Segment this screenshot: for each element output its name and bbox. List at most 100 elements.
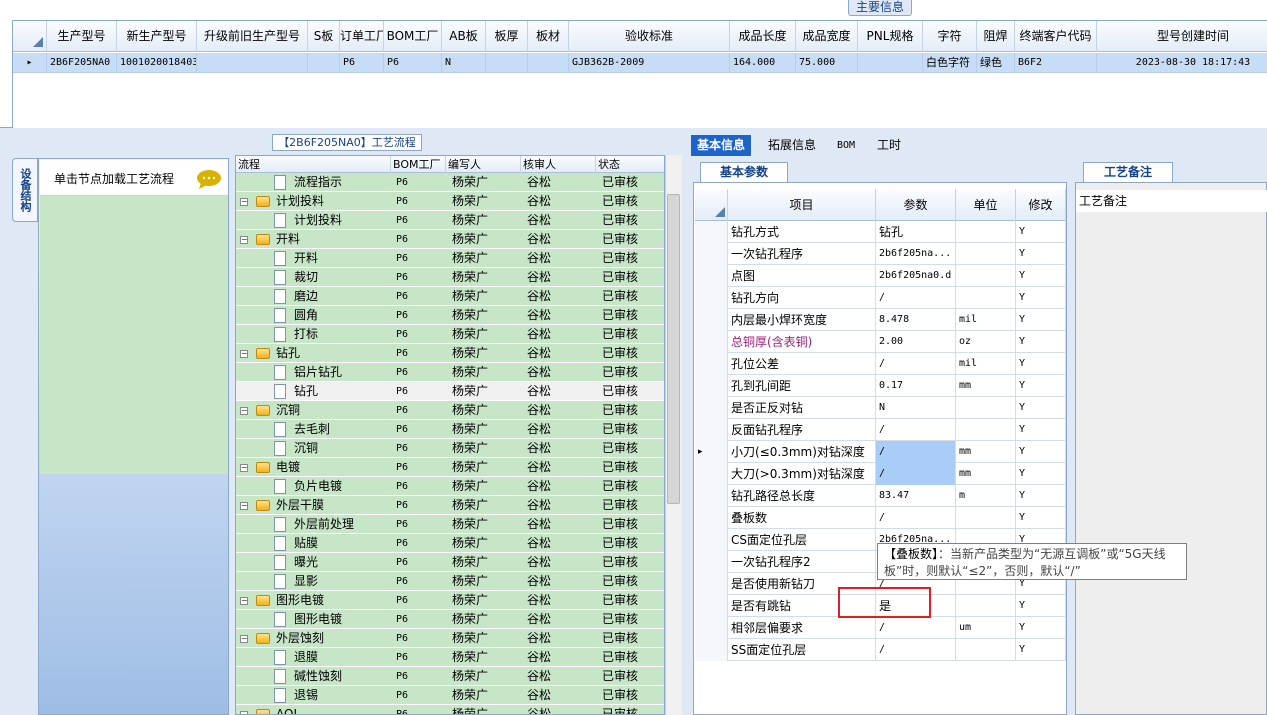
grid-cell[interactable]: 绿色	[977, 53, 1015, 73]
params-cell-param[interactable]: /	[876, 353, 956, 375]
params-cell-param[interactable]: 2b6f205na0.d	[876, 265, 956, 287]
vertical-splitter[interactable]	[1068, 162, 1074, 715]
row-selector[interactable]	[695, 375, 728, 397]
params-cell-param[interactable]: N	[876, 397, 956, 419]
collapse-toggle-icon[interactable]: −	[240, 711, 248, 714]
tree-row[interactable]: − AOI P6 杨荣广 谷松 已审核	[236, 705, 664, 714]
detail-tab[interactable]: 工时	[871, 135, 907, 156]
main-info-data-row[interactable]: ▸ 2B6F205NA0 10010200184033 P6 P6 N GJB362B-2…	[13, 53, 1267, 73]
column-header[interactable]: 升级前旧生产型号	[197, 21, 308, 52]
grid-cell[interactable]	[197, 53, 308, 73]
row-selector[interactable]	[695, 485, 728, 507]
row-selector[interactable]	[695, 221, 728, 243]
tree-row[interactable]: 外层前处理 P6 杨荣广 谷松 已审核	[236, 515, 664, 534]
tree-row[interactable]: 钻孔 P6 杨荣广 谷松 已审核	[236, 382, 664, 401]
tree-row[interactable]: 裁切 P6 杨荣广 谷松 已审核	[236, 268, 664, 287]
column-header[interactable]: 成品长度	[730, 21, 796, 52]
grid-cell[interactable]	[308, 53, 340, 73]
tree-scroll-thumb[interactable]	[667, 194, 680, 504]
main-info-tab[interactable]: 主要信息	[848, 0, 912, 16]
tree-row[interactable]: 流程指示 P6 杨荣广 谷松 已审核	[236, 173, 664, 192]
params-row[interactable]: 钻孔方向 / Y	[695, 287, 1066, 309]
detail-tab[interactable]: 基本信息	[691, 135, 752, 156]
params-row[interactable]: 点图 2b6f205na0.d Y	[695, 265, 1066, 287]
tree-row[interactable]: 去毛刺 P6 杨荣广 谷松 已审核	[236, 420, 664, 439]
params-cell-param[interactable]: /	[876, 463, 956, 485]
params-cell-param[interactable]: 0.17	[876, 375, 956, 397]
params-row[interactable]: SS面定位孔层 / Y	[695, 639, 1066, 661]
column-header[interactable]: 板材	[528, 21, 569, 52]
params-row[interactable]: ▸ 小刀(≤0.3mm)对钻深度 / mm Y	[695, 441, 1066, 463]
grid-cell[interactable]: N	[442, 53, 486, 73]
row-selector-header[interactable]	[13, 21, 47, 52]
basic-params-tab[interactable]: 基本参数	[700, 162, 788, 182]
column-header[interactable]: 新生产型号	[117, 21, 197, 52]
row-selector[interactable]	[695, 397, 728, 419]
row-selector[interactable]	[695, 353, 728, 375]
row-selector[interactable]	[695, 551, 728, 573]
params-row[interactable]: 相邻层偏要求 / um Y	[695, 617, 1066, 639]
tree-row[interactable]: 开料 P6 杨荣广 谷松 已审核	[236, 249, 664, 268]
params-corner[interactable]	[695, 189, 728, 221]
tree-row[interactable]: 显影 P6 杨荣广 谷松 已审核	[236, 572, 664, 591]
tree-column-header[interactable]: BOM工厂	[391, 156, 446, 173]
params-row[interactable]: 孔到孔间距 0.17 mm Y	[695, 375, 1066, 397]
tree-column-header[interactable]: 编写人	[446, 156, 521, 173]
detail-tab[interactable]: BOM	[831, 135, 861, 156]
tree-row[interactable]: − 图形电镀 P6 杨荣广 谷松 已审核	[236, 591, 664, 610]
column-header[interactable]: AB板	[442, 21, 486, 52]
params-column-header[interactable]: 单位	[956, 189, 1016, 221]
tree-row[interactable]: 退膜 P6 杨荣广 谷松 已审核	[236, 648, 664, 667]
collapse-toggle-icon[interactable]: −	[240, 198, 248, 206]
params-cell-param[interactable]: /	[876, 287, 956, 309]
row-selector[interactable]	[695, 639, 728, 661]
params-cell-param[interactable]: /	[876, 441, 956, 463]
tree-row[interactable]: 图形电镀 P6 杨荣广 谷松 已审核	[236, 610, 664, 629]
tree-column-header[interactable]: 核审人	[521, 156, 596, 173]
tree-row[interactable]: − 沉铜 P6 杨荣广 谷松 已审核	[236, 401, 664, 420]
tree-column-header[interactable]: 流程	[236, 156, 391, 173]
params-cell-param[interactable]: 2.00	[876, 331, 956, 353]
row-selector[interactable]	[695, 617, 728, 639]
row-selector[interactable]	[695, 573, 728, 595]
grid-cell[interactable]	[528, 53, 569, 73]
column-header[interactable]: 验收标准	[569, 21, 730, 52]
tree-row[interactable]: 计划投料 P6 杨荣广 谷松 已审核	[236, 211, 664, 230]
tree-row[interactable]: − 开料 P6 杨荣广 谷松 已审核	[236, 230, 664, 249]
column-header[interactable]: BOM工厂	[384, 21, 442, 52]
params-cell-param[interactable]: 钻孔	[876, 221, 956, 243]
collapse-toggle-icon[interactable]: −	[240, 635, 248, 643]
tree-row[interactable]: − 钻孔 P6 杨荣广 谷松 已审核	[236, 344, 664, 363]
row-selector[interactable]	[695, 529, 728, 551]
params-column-header[interactable]: 修改	[1016, 189, 1066, 221]
params-cell-param[interactable]: 8.478	[876, 309, 956, 331]
tree-row[interactable]: 碱性蚀刻 P6 杨荣广 谷松 已审核	[236, 667, 664, 686]
tree-row[interactable]: 负片电镀 P6 杨荣广 谷松 已审核	[236, 477, 664, 496]
params-row[interactable]: 钻孔方式 钻孔 Y	[695, 221, 1066, 243]
row-selector[interactable]: ▸	[695, 441, 728, 463]
params-row[interactable]: 是否正反对钻 N Y	[695, 397, 1066, 419]
column-header[interactable]: PNL规格	[858, 21, 923, 52]
column-header[interactable]: 型号创建时间	[1097, 21, 1267, 52]
column-header[interactable]: 终端客户代码	[1015, 21, 1097, 52]
grid-cell[interactable]: 164.000	[730, 53, 796, 73]
collapse-toggle-icon[interactable]: −	[240, 350, 248, 358]
tree-row[interactable]: 退锡 P6 杨荣广 谷松 已审核	[236, 686, 664, 705]
process-panel-title[interactable]: 【2B6F205NA0】工艺流程	[272, 134, 422, 151]
params-row[interactable]: 内层最小焊环宽度 8.478 mil Y	[695, 309, 1066, 331]
grid-cell[interactable]: 2023-08-30 18:17:43	[1097, 53, 1267, 73]
params-column-header[interactable]: 项目	[728, 189, 876, 221]
grid-cell[interactable]	[486, 53, 528, 73]
detail-tab[interactable]: 拓展信息	[762, 135, 822, 156]
row-selector[interactable]	[695, 331, 728, 353]
tree-row[interactable]: − 电镀 P6 杨荣广 谷松 已审核	[236, 458, 664, 477]
tree-row[interactable]: 铝片钻孔 P6 杨荣广 谷松 已审核	[236, 363, 664, 382]
tree-column-header[interactable]: 状态	[596, 156, 664, 173]
params-column-header[interactable]: 参数	[876, 189, 956, 221]
tree-row[interactable]: 沉铜 P6 杨荣广 谷松 已审核	[236, 439, 664, 458]
device-structure-tab[interactable]: 设备结构	[12, 158, 38, 222]
params-cell-param[interactable]: /	[876, 507, 956, 529]
grid-cell[interactable]: B6F2	[1015, 53, 1097, 73]
params-cell-param[interactable]: /	[876, 639, 956, 661]
grid-cell[interactable]	[858, 53, 923, 73]
